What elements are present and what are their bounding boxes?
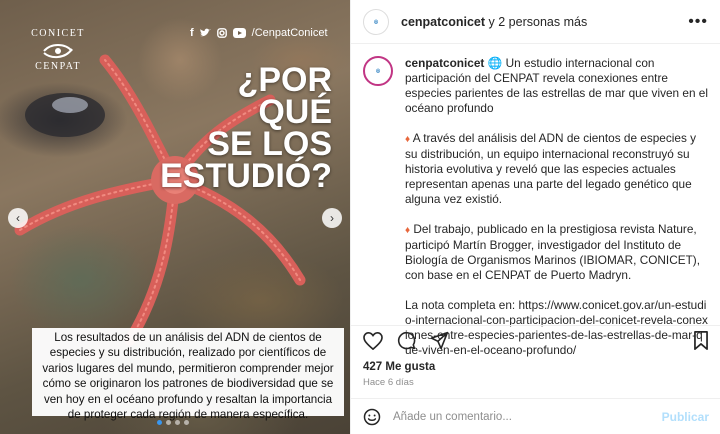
avatar[interactable]: ◎ [363, 56, 393, 86]
post-image[interactable]: CONICET CENPAT f /CenpatConicet ¿POR QUÉ… [0, 0, 350, 434]
twitter-icon [199, 28, 211, 37]
post-actions [351, 325, 720, 355]
carousel-dot [175, 420, 180, 425]
post-timestamp[interactable]: Hace 6 días [363, 377, 414, 388]
post-author[interactable]: cenpatconicet y 2 personas más [401, 15, 587, 29]
likes-count[interactable]: 427 Me gusta [363, 361, 435, 373]
globe-icon: 🌐 [487, 56, 503, 70]
social-handles: f /CenpatConicet [190, 27, 328, 39]
carousel-dot [166, 420, 171, 425]
avatar-logo-icon: ◎ [375, 68, 381, 74]
emoji-icon[interactable] [363, 408, 381, 426]
logo-mark-icon [43, 44, 73, 59]
instagram-icon [216, 28, 227, 38]
bookmark-icon[interactable] [693, 331, 709, 350]
publish-button[interactable]: Publicar [662, 410, 709, 424]
conicet-logo: CONICET CENPAT [31, 28, 85, 72]
social-handle-text: /CenpatConicet [251, 27, 328, 39]
avatar[interactable]: ◎ [363, 8, 389, 35]
avatar-logo-icon: ◎ [373, 18, 379, 25]
image-caption: Los resultados de un análisis del ADN de… [32, 328, 344, 421]
facebook-icon: f [190, 27, 194, 39]
username-link[interactable]: cenpatconicet [405, 56, 484, 70]
carousel-dot [184, 420, 189, 425]
post-caption: ◎ cenpatconicet 🌐 Un estudio internacion… [351, 44, 720, 357]
more-options-icon[interactable]: ••• [688, 13, 708, 31]
like-heart-icon[interactable] [363, 331, 383, 350]
youtube-icon [232, 28, 246, 38]
comment-input[interactable] [393, 410, 650, 423]
headline: ¿POR QUÉ SE LOS ESTUDIÓ? [160, 61, 332, 195]
collaborators-link[interactable]: y 2 personas más [485, 15, 588, 29]
post-details-panel: ◎ cenpatconicet y 2 personas más ••• ◎ c… [350, 0, 720, 434]
add-comment-bar: Publicar [351, 398, 720, 434]
post-header: ◎ cenpatconicet y 2 personas más ••• [351, 0, 720, 44]
carousel-prev-button[interactable]: ‹ [8, 208, 28, 228]
carousel-dots [157, 420, 189, 425]
share-icon[interactable] [430, 331, 449, 350]
caption-text: cenpatconicet 🌐 Un estudio internacional… [405, 56, 708, 357]
carousel-next-button[interactable]: › [322, 208, 342, 228]
username-link[interactable]: cenpatconicet [401, 15, 485, 29]
carousel-dot [157, 420, 162, 425]
comment-icon[interactable] [397, 331, 416, 350]
